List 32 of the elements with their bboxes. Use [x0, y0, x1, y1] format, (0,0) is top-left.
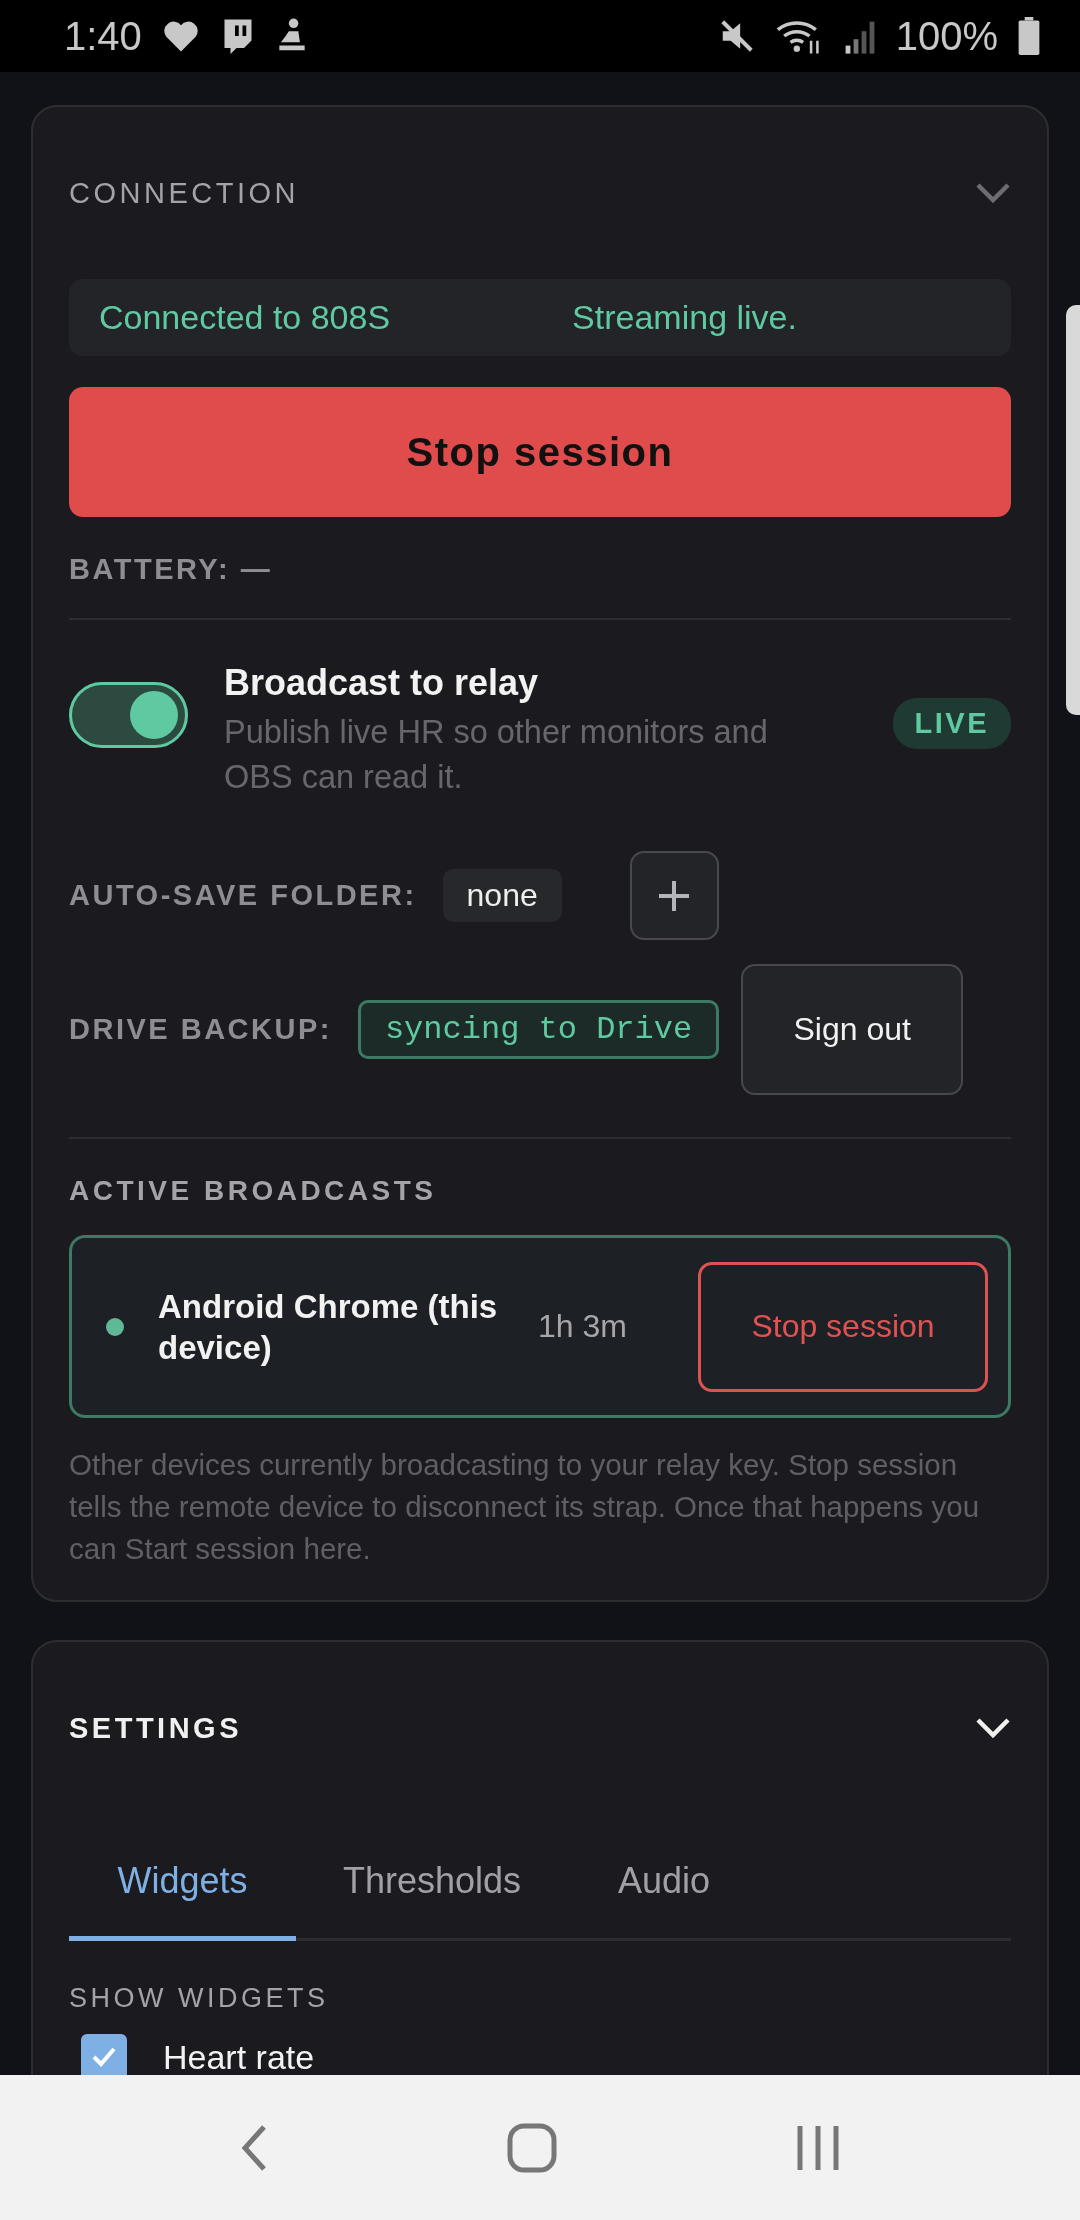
widget-label: Heart rate — [163, 2037, 315, 2075]
sync-status: syncing to Drive — [357, 1000, 720, 1059]
drive-backup-label: DRIVE BACKUP: — [69, 1013, 332, 1046]
settings-tab[interactable]: Thresholds — [296, 1830, 568, 1941]
section-title: ACTIVE BROADCASTS — [69, 1175, 438, 1207]
section-title: SETTINGS — [69, 1711, 242, 1745]
heart-icon — [161, 19, 200, 53]
stop-session-button[interactable]: Stop session — [69, 387, 1011, 517]
help-text: Other devices currently broadcasting to your relay key. Stop session tells the remote device to disconnect its strap. Once that happens you can Start session here. — [69, 1447, 981, 1567]
streaming-status: Streaming live. — [572, 298, 797, 337]
live-badge: LIVE — [892, 698, 1011, 749]
session-duration: 1h 3m — [538, 1308, 627, 1345]
section-title: SHOW WIDGETS — [69, 1983, 330, 2014]
plus-icon — [657, 878, 692, 913]
broadcast-title: Broadcast to relay — [224, 662, 540, 704]
settings-tab[interactable]: Widgets — [69, 1830, 296, 1941]
broadcast-description: Publish live HR so other monitors and OBS can read it. — [224, 713, 769, 797]
section-title: CONNECTION — [69, 176, 299, 210]
connection-status: Connected to 808S — [99, 298, 391, 337]
folder-value: none — [442, 869, 562, 922]
sign-out-button[interactable]: Sign out — [741, 964, 964, 1095]
widget-checkbox[interactable] — [81, 2034, 127, 2075]
battery-icon — [1018, 17, 1040, 55]
auto-save-label: AUTO-SAVE FOLDER: — [69, 879, 417, 912]
home-icon[interactable] — [506, 2121, 558, 2174]
battery-percentage: 100% — [895, 13, 998, 59]
device-name: Android Chrome (this device) — [158, 1286, 499, 1368]
battery-label: BATTERY: — — [69, 553, 274, 586]
settings-tab[interactable]: Audio — [568, 1830, 760, 1941]
add-folder-button[interactable] — [629, 851, 719, 940]
status-time: 1:40 — [64, 13, 142, 59]
stop-session-button[interactable]: Stop session — [698, 1261, 988, 1392]
